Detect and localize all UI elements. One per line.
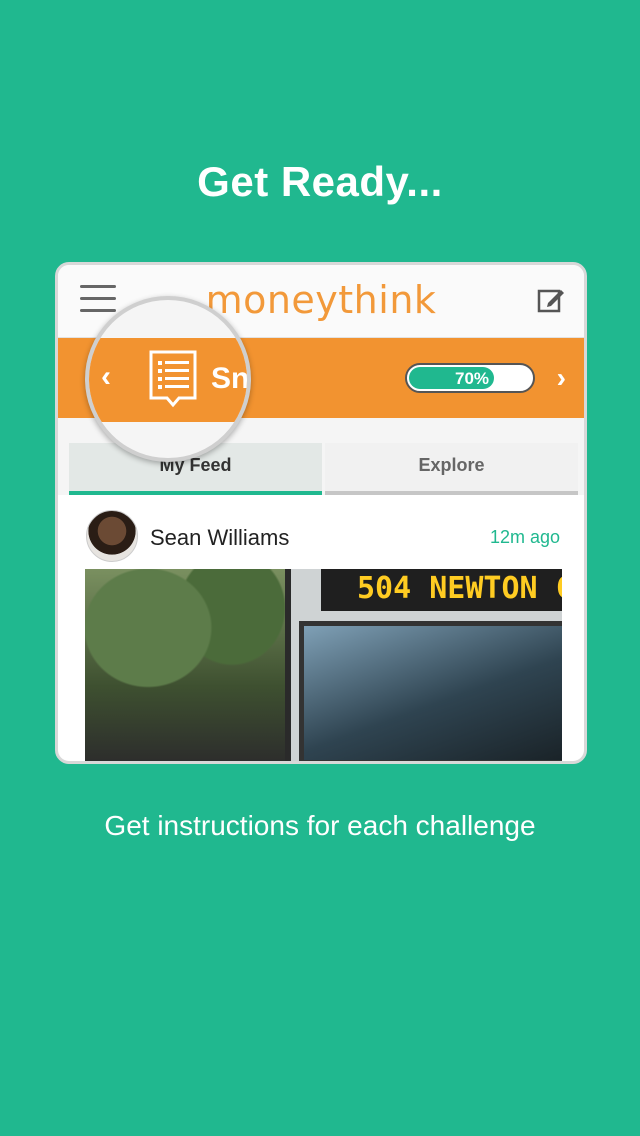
photo-trees [85,569,295,761]
edit-icon[interactable] [536,285,566,315]
post-author[interactable]: Sean Williams [150,525,289,551]
post-photo[interactable]: 504 NEWTON COR [85,569,562,761]
post-time: 12m ago [489,527,560,547]
headline: Get Ready... [197,158,443,205]
photo-bus: 504 NEWTON COR [285,569,562,761]
caption: Get instructions for each challenge [104,810,536,841]
bus-windshield [299,621,562,761]
challenge-progress: 70% [405,363,535,393]
magnified-challenge-bar: ‹ Sna [89,338,247,422]
bus-sign: 504 NEWTON COR [321,569,562,611]
list-icon [149,350,197,408]
avatar[interactable] [86,510,138,562]
tab-explore[interactable]: Explore [325,443,578,495]
challenge-title: Sna [211,362,250,395]
next-challenge-button[interactable]: › [557,362,566,394]
progress-label: 70% [454,369,490,388]
magnifier-callout: ‹ Sna [85,296,251,462]
post-header: Sean Williams 12m ago [58,497,584,569]
prev-challenge-button[interactable]: ‹ [101,360,111,394]
